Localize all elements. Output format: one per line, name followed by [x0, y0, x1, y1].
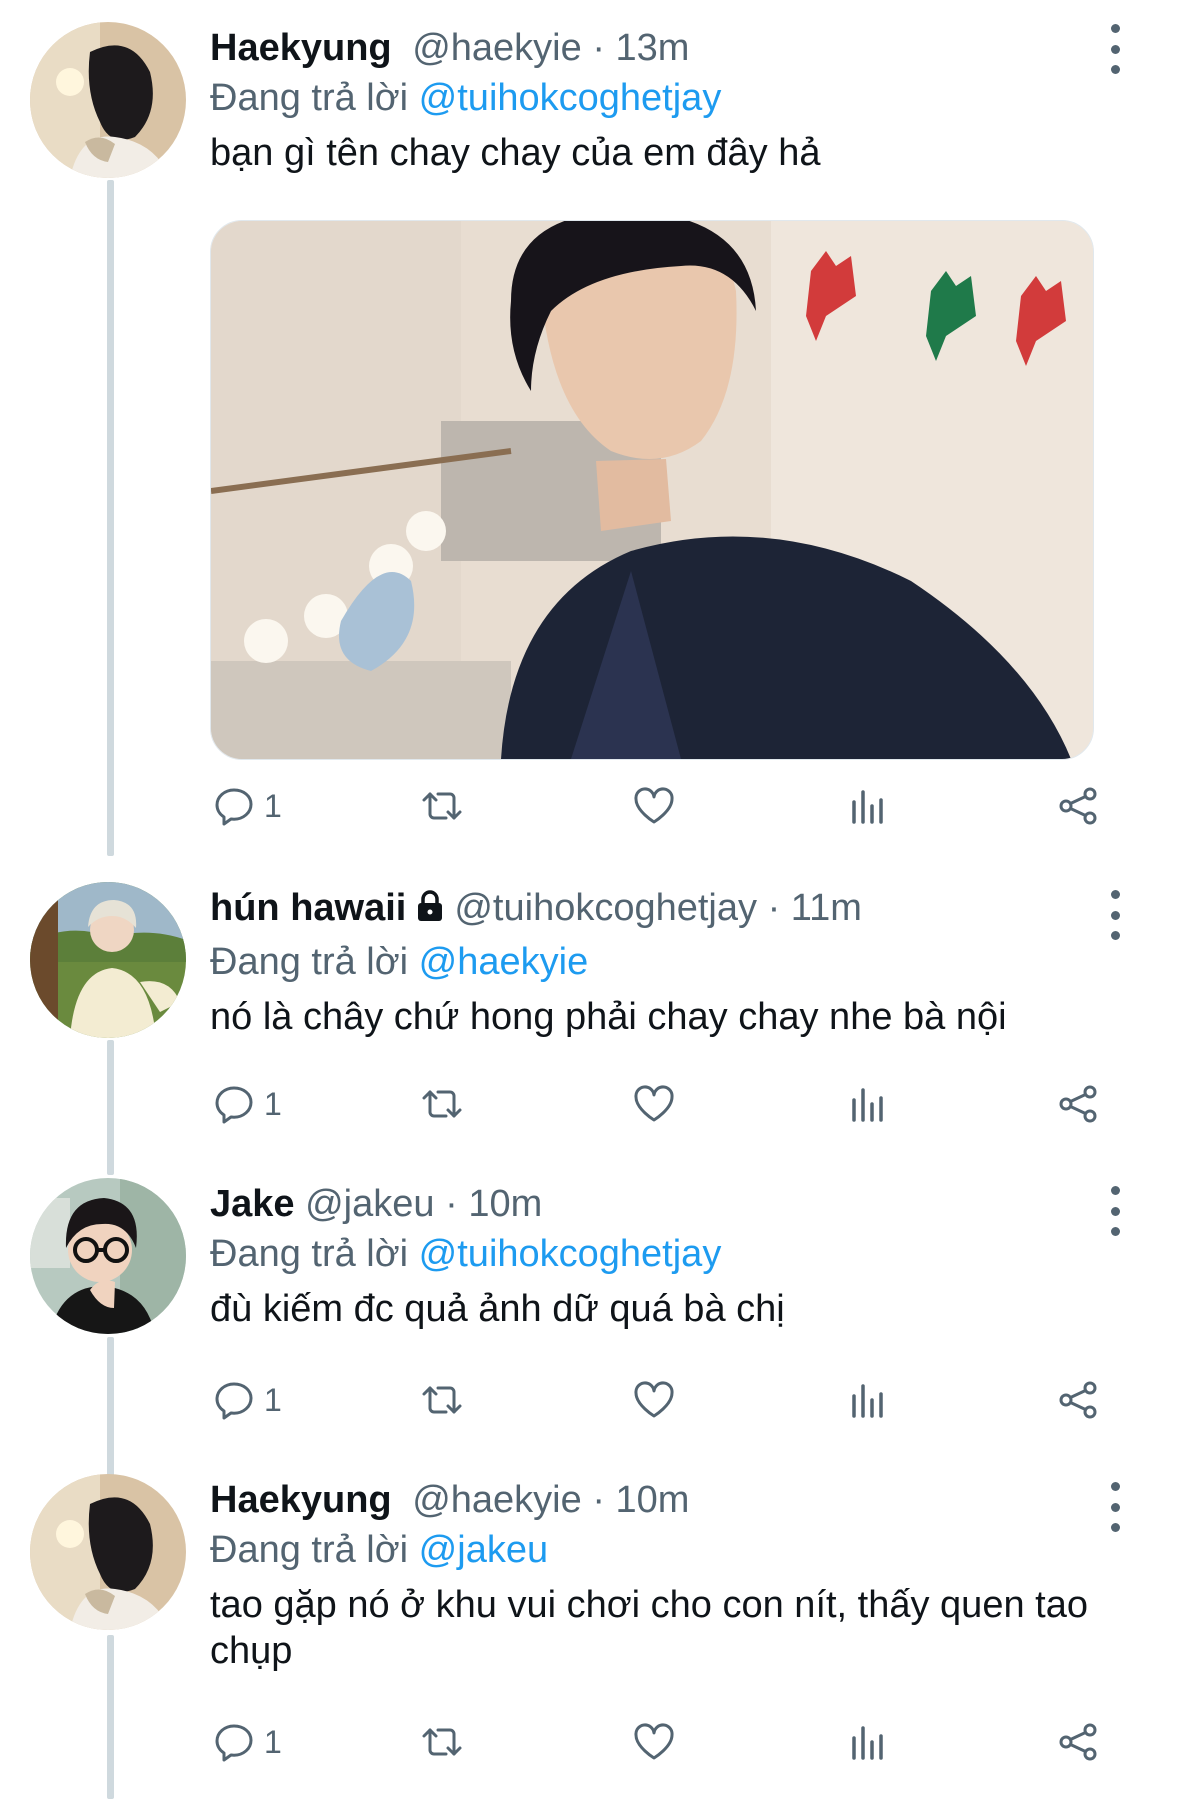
retweet-button[interactable]	[418, 778, 466, 834]
views-button[interactable]	[844, 1076, 892, 1132]
more-options-icon[interactable]	[1105, 24, 1125, 74]
share-button[interactable]	[1054, 778, 1102, 834]
share-button[interactable]	[1054, 1714, 1102, 1770]
like-icon	[634, 787, 674, 824]
reply-button[interactable]: 1	[210, 778, 282, 834]
avatar-photo	[30, 1178, 186, 1334]
reply-icon	[215, 1086, 253, 1124]
avatar[interactable]	[30, 1474, 186, 1630]
reply-count: 1	[264, 1381, 282, 1418]
like-button[interactable]	[630, 778, 678, 834]
display-name[interactable]: hún hawaii	[210, 887, 406, 929]
display-name[interactable]: Haekyung	[210, 1479, 392, 1521]
separator-dot: ·	[445, 1183, 458, 1225]
views-icon	[852, 1726, 883, 1760]
like-button[interactable]	[630, 1372, 678, 1428]
user-handle[interactable]: @jakeu	[305, 1183, 434, 1225]
retweet-icon	[422, 1728, 462, 1756]
tweet[interactable]: hún hawaii @tuihokcoghetjay · 11m Đang tr…	[0, 860, 1179, 1156]
share-icon	[1059, 1085, 1097, 1123]
tweet[interactable]: Haekyung @haekyie · 10m Đang trả lời @ja…	[0, 1452, 1179, 1799]
share-icon	[1059, 787, 1097, 825]
retweet-icon	[422, 1090, 462, 1118]
separator-dot: ·	[767, 887, 781, 929]
more-options-icon[interactable]	[1105, 890, 1125, 940]
like-button[interactable]	[630, 1714, 678, 1770]
timestamp[interactable]: 11m	[791, 887, 862, 929]
user-handle[interactable]: @tuihokcoghetjay	[454, 887, 757, 929]
user-handle[interactable]: @haekyie	[412, 27, 582, 69]
reply-count: 1	[264, 1085, 282, 1122]
lock-icon	[412, 888, 448, 936]
display-name[interactable]: Jake	[210, 1183, 295, 1225]
reply-prefix: Đang trả lời	[210, 1529, 409, 1571]
reply-prefix: Đang trả lời	[210, 941, 409, 983]
like-button[interactable]	[630, 1076, 678, 1132]
share-icon	[1059, 1723, 1097, 1761]
share-button[interactable]	[1054, 1372, 1102, 1428]
avatar[interactable]	[30, 882, 186, 1038]
tweet-text: tao gặp nó ở khu vui chơi cho con nít, t…	[210, 1584, 1088, 1672]
reply-count: 1	[264, 787, 282, 824]
timestamp[interactable]: 13m	[616, 27, 690, 69]
tweet-actions: 1	[210, 1076, 1110, 1132]
reply-count: 1	[264, 1723, 282, 1760]
reply-icon	[215, 788, 253, 826]
user-handle[interactable]: @haekyie	[412, 1479, 582, 1521]
views-button[interactable]	[844, 1372, 892, 1428]
separator-dot: ·	[592, 27, 605, 69]
timestamp[interactable]: 10m	[468, 1183, 542, 1225]
retweet-button[interactable]	[418, 1372, 466, 1428]
reply-icon	[215, 1724, 253, 1762]
separator-dot: ·	[592, 1479, 605, 1521]
display-name[interactable]: Haekyung	[210, 27, 392, 69]
reply-icon	[215, 1382, 253, 1420]
like-icon	[634, 1085, 674, 1122]
retweet-button[interactable]	[418, 1076, 466, 1132]
reply-thread: Haekyung @haekyie · 13m Đang trả lời @tu…	[0, 0, 1179, 1799]
views-button[interactable]	[844, 1714, 892, 1770]
reply-button[interactable]: 1	[210, 1372, 282, 1428]
more-options-icon[interactable]	[1105, 1482, 1125, 1532]
like-icon	[634, 1381, 674, 1418]
avatar-photo	[30, 882, 186, 1038]
tweet-text: bạn gì tên chay chay của em đây hả	[210, 132, 821, 174]
tweet[interactable]: Haekyung @haekyie · 13m Đang trả lời @tu…	[0, 0, 1179, 860]
avatar-photo	[30, 1474, 186, 1630]
tweet-media-image[interactable]	[210, 220, 1094, 760]
avatar[interactable]	[30, 22, 186, 178]
retweet-icon	[422, 792, 462, 820]
avatar[interactable]	[30, 1178, 186, 1334]
tweet[interactable]: Jake @jakeu · 10m Đang trả lời @tuihokco…	[0, 1156, 1179, 1452]
retweet-button[interactable]	[418, 1714, 466, 1770]
retweet-icon	[422, 1386, 462, 1414]
tweet-actions: 1	[210, 1372, 1110, 1428]
share-icon	[1059, 1381, 1097, 1419]
reply-mention[interactable]: @tuihokcoghetjay	[419, 1233, 722, 1275]
like-icon	[634, 1723, 674, 1760]
reply-mention[interactable]: @tuihokcoghetjay	[419, 77, 722, 119]
views-icon	[852, 790, 883, 824]
reply-prefix: Đang trả lời	[210, 77, 409, 119]
reply-button[interactable]: 1	[210, 1714, 282, 1770]
tweet-actions: 1	[210, 1714, 1110, 1770]
views-icon	[852, 1088, 883, 1122]
reply-button[interactable]: 1	[210, 1076, 282, 1132]
reply-prefix: Đang trả lời	[210, 1233, 409, 1275]
timestamp[interactable]: 10m	[616, 1479, 690, 1521]
views-icon	[852, 1384, 883, 1418]
avatar-photo	[30, 22, 186, 178]
photo	[211, 221, 1093, 759]
tweet-actions: 1	[210, 778, 1110, 834]
tweet-text: nó là chây chứ hong phải chay chay nhe b…	[210, 996, 1007, 1038]
reply-mention[interactable]: @jakeu	[419, 1529, 548, 1571]
tweet-text: đù kiếm đc quả ảnh dữ quá bà chị	[210, 1288, 785, 1330]
views-button[interactable]	[844, 778, 892, 834]
more-options-icon[interactable]	[1105, 1186, 1125, 1236]
reply-mention[interactable]: @haekyie	[419, 941, 589, 983]
share-button[interactable]	[1054, 1076, 1102, 1132]
